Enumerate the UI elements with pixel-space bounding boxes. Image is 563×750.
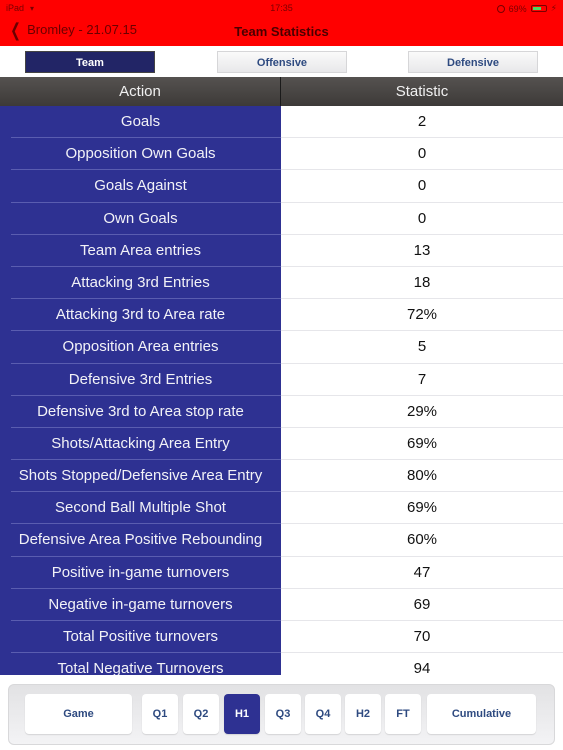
row-action: Team Area entries <box>0 234 281 268</box>
row-action: Shots/Attacking Area Entry <box>0 427 281 461</box>
table-row[interactable]: Opposition Area entries 5 <box>0 331 563 364</box>
table-row[interactable]: Attacking 3rd Entries 18 <box>0 266 563 300</box>
table-row[interactable]: Defensive Area Positive Rebounding 60% <box>0 524 563 557</box>
row-action: Defensive 3rd to Area stop rate <box>0 395 281 429</box>
period-toolbar: Game Q1 Q2 H1 Q3 Q4 H2 FT Cumulative <box>0 675 563 750</box>
row-statistic: 0 <box>281 138 563 171</box>
row-action: Total Positive turnovers <box>0 621 281 654</box>
status-bar: iPad ▾ 17:35 69% ⚡ <box>0 0 563 16</box>
top-bar: iPad ▾ 17:35 69% ⚡ ❮ Bromley - 21.07.15 … <box>0 0 563 46</box>
table-row[interactable]: Own Goals 0 <box>0 202 563 235</box>
page-title: Team Statistics <box>234 24 329 39</box>
status-time: 17:35 <box>270 3 293 13</box>
table-row[interactable]: Opposition Own Goals 0 <box>0 138 563 171</box>
charging-icon: ⚡ <box>550 3 557 13</box>
row-statistic: 80% <box>281 460 563 493</box>
period-h1-button[interactable]: H1 <box>224 694 260 734</box>
row-action: Shots Stopped/Defensive Area Entry <box>0 460 281 493</box>
table-row[interactable]: Shots/Attacking Area Entry 69% <box>0 427 563 461</box>
row-action: Total Negative Turnovers <box>0 653 281 675</box>
table-row[interactable]: Defensive 3rd to Area stop rate 29% <box>0 395 563 429</box>
period-q4-button[interactable]: Q4 <box>305 694 341 734</box>
period-q2-button[interactable]: Q2 <box>183 694 219 734</box>
row-statistic: 0 <box>281 170 563 203</box>
period-q1-button[interactable]: Q1 <box>142 694 178 734</box>
period-q3-button[interactable]: Q3 <box>265 694 301 734</box>
table-row[interactable]: Negative in-game turnovers 69 <box>0 588 563 622</box>
row-action: Own Goals <box>0 202 281 235</box>
segmented-control: Team Offensive Defensive <box>0 50 563 74</box>
battery-icon <box>530 5 547 12</box>
column-header-statistic: Statistic <box>395 83 449 100</box>
period-cumulative-button[interactable]: Cumulative <box>427 694 536 734</box>
stats-table[interactable]: Goals 2 Opposition Own Goals 0 Goals Against… <box>0 106 563 675</box>
row-action: Goals Against <box>0 170 281 203</box>
battery-percent: 69% <box>508 3 527 14</box>
column-header-action: Action <box>0 77 281 106</box>
table-row[interactable]: Total Positive turnovers 70 <box>0 621 563 654</box>
period-game-button[interactable]: Game <box>25 694 132 734</box>
navigation-bar: ❮ Bromley - 21.07.15 Team Statistics <box>0 16 563 46</box>
table-row[interactable]: Positive in-game turnovers 47 <box>0 556 563 590</box>
period-h2-button[interactable]: H2 <box>345 694 381 734</box>
row-statistic: 69% <box>281 427 563 461</box>
segment-team[interactable]: Team <box>25 51 155 73</box>
row-statistic: 5 <box>281 331 563 364</box>
row-statistic: 72% <box>281 299 563 332</box>
table-row[interactable]: Attacking 3rd to Area rate 72% <box>0 299 563 332</box>
table-row[interactable]: Shots Stopped/Defensive Area Entry 80% <box>0 460 563 493</box>
segment-defensive[interactable]: Defensive <box>408 51 538 73</box>
row-statistic: 7 <box>281 363 563 396</box>
row-statistic: 94 <box>281 653 563 675</box>
row-action: Opposition Area entries <box>0 331 281 364</box>
row-action: Negative in-game turnovers <box>0 588 281 622</box>
row-statistic: 0 <box>281 202 563 235</box>
row-statistic: 18 <box>281 266 563 300</box>
row-statistic: 2 <box>281 106 563 139</box>
row-action: Defensive 3rd Entries <box>0 363 281 396</box>
table-row[interactable]: Goals Against 0 <box>0 170 563 203</box>
row-action: Second Ball Multiple Shot <box>0 492 281 525</box>
table-row[interactable]: Total Negative Turnovers 94 <box>0 653 563 675</box>
row-action: Attacking 3rd Entries <box>0 266 281 300</box>
row-action: Goals <box>0 106 281 139</box>
row-statistic: 13 <box>281 234 563 268</box>
rotation-lock-icon <box>496 4 505 13</box>
period-ft-button[interactable]: FT <box>385 694 421 734</box>
row-action: Positive in-game turnovers <box>0 556 281 590</box>
table-header: Action Statistic <box>0 77 563 106</box>
segment-offensive[interactable]: Offensive <box>217 51 347 73</box>
row-statistic: 47 <box>281 556 563 590</box>
table-row[interactable]: Goals 2 <box>0 106 563 139</box>
row-action: Attacking 3rd to Area rate <box>0 299 281 332</box>
table-row[interactable]: Team Area entries 13 <box>0 234 563 268</box>
table-row[interactable]: Second Ball Multiple Shot 69% <box>0 492 563 525</box>
row-statistic: 70 <box>281 621 563 654</box>
row-statistic: 29% <box>281 395 563 429</box>
row-action: Defensive Area Positive Rebounding <box>0 524 281 557</box>
row-statistic: 60% <box>281 524 563 557</box>
row-action: Opposition Own Goals <box>0 138 281 171</box>
table-row[interactable]: Defensive 3rd Entries 7 <box>0 363 563 396</box>
row-statistic: 69 <box>281 588 563 622</box>
row-statistic: 69% <box>281 492 563 525</box>
